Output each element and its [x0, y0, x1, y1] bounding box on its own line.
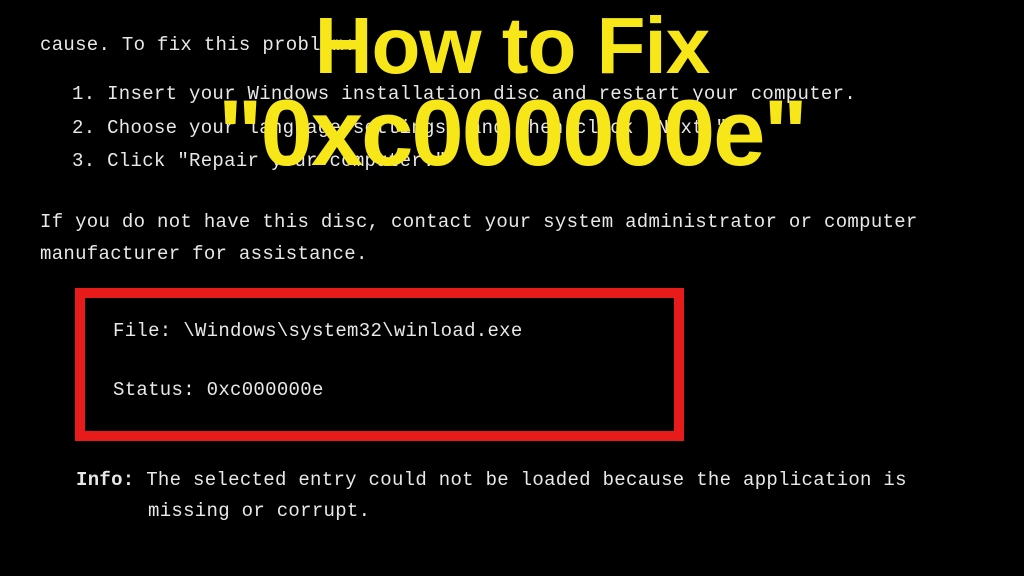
info-label: Info: [76, 469, 135, 491]
error-highlight-box: File: \Windows\system32\winload.exe Stat… [75, 288, 684, 441]
step-3: 3. Click "Repair your computer." [72, 146, 984, 177]
fix-steps: 1. Insert your Windows installation disc… [72, 79, 984, 177]
step-1: 1. Insert your Windows installation disc… [72, 79, 984, 110]
info-text-1: The selected entry could not be loaded b… [146, 469, 907, 491]
step-2: 2. Choose your language settings, and th… [72, 113, 984, 144]
no-disk-line1: If you do not have this disc, contact yo… [40, 207, 984, 238]
no-disk-message: If you do not have this disc, contact yo… [40, 207, 984, 270]
info-section: Info: The selected entry could not be lo… [76, 465, 984, 528]
boot-error-screen: cause. To fix this problem: 1. Insert yo… [0, 0, 1024, 557]
info-line1: Info: The selected entry could not be lo… [76, 465, 984, 496]
no-disk-line2: manufacturer for assistance. [40, 239, 984, 270]
intro-text: cause. To fix this problem: [40, 30, 984, 61]
status-line: Status: 0xc000000e [113, 375, 646, 406]
file-label: File: [113, 320, 172, 342]
status-label: Status: [113, 379, 195, 401]
info-line2: missing or corrupt. [148, 496, 984, 527]
file-value: \Windows\system32\winload.exe [183, 320, 522, 342]
status-value: 0xc000000e [207, 379, 324, 401]
file-line: File: \Windows\system32\winload.exe [113, 316, 646, 347]
